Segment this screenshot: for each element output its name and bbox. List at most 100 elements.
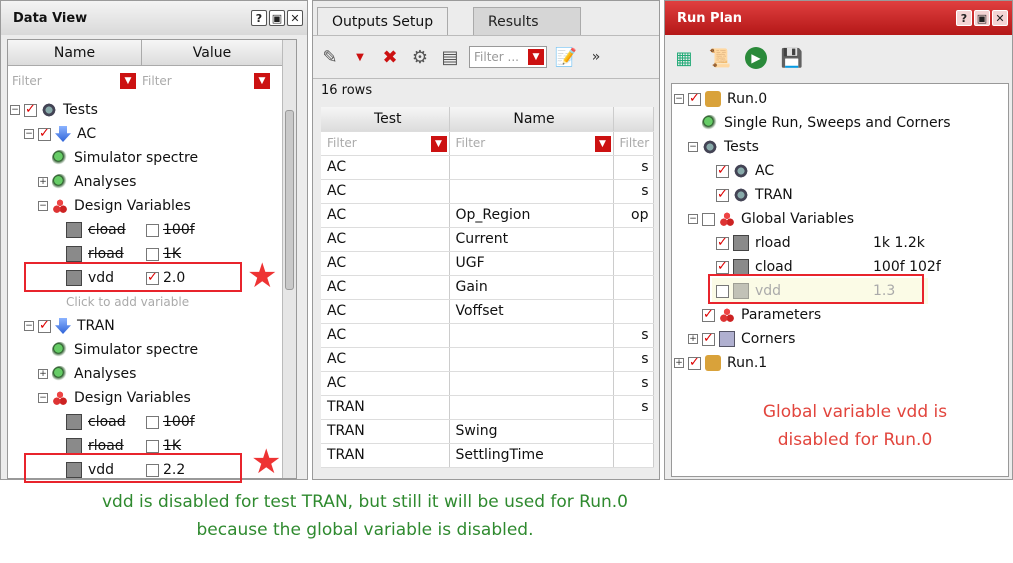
tree-item-run0[interactable]: −Run.0 [674, 88, 767, 110]
save-icon[interactable]: 💾 [781, 47, 803, 69]
tree-item-tests[interactable]: −Tests [688, 136, 759, 158]
column-header-type[interactable] [613, 107, 654, 132]
add-run-icon[interactable]: ▦ [673, 47, 695, 69]
close-icon[interactable]: ✕ [287, 10, 303, 26]
help-icon[interactable]: ? [956, 10, 972, 26]
name-filter-input[interactable]: Filter [8, 74, 120, 88]
filter-dropdown-icon[interactable]: ▼ [594, 135, 611, 152]
table-row[interactable]: AC s [321, 371, 654, 396]
checkbox[interactable] [716, 187, 729, 202]
tree-item-analyses[interactable]: + Analyses [38, 171, 136, 193]
table-icon[interactable]: ▤ [439, 46, 461, 68]
tree-item-run1[interactable]: +Run.1 [674, 352, 767, 374]
expand-icon[interactable]: + [38, 177, 48, 187]
table-row[interactable]: AC UGF [321, 251, 654, 276]
filter-dropdown-icon[interactable]: ▼ [430, 135, 447, 152]
collapse-icon[interactable]: − [688, 214, 698, 224]
checkbox[interactable] [146, 439, 159, 453]
scrollbar[interactable] [282, 40, 296, 478]
table-row[interactable]: AC Gain [321, 275, 654, 300]
tab-results[interactable]: Results [473, 7, 581, 35]
tree-item-design-variables[interactable]: − Design Variables [38, 387, 191, 409]
collapse-icon[interactable]: − [10, 105, 20, 115]
filter-input[interactable]: Filter ... ▼ [469, 46, 547, 68]
variable-row[interactable]: cload 100f [66, 411, 195, 433]
checkbox[interactable] [702, 212, 715, 226]
checkbox[interactable] [716, 259, 729, 274]
collapse-icon[interactable]: − [674, 94, 684, 104]
settings-icon[interactable]: ⚙ [409, 46, 431, 68]
tree-item-tests[interactable]: −Tests [10, 99, 98, 121]
checkbox[interactable] [146, 223, 159, 237]
global-variable-rload[interactable]: rload1k 1.2k [716, 232, 925, 254]
click-to-add-variable[interactable]: Click to add variable [66, 291, 189, 313]
tab-outputs-setup[interactable]: Outputs Setup [317, 7, 449, 35]
tree-item-global-variables[interactable]: − Global Variables [688, 208, 854, 230]
close-icon[interactable]: ✕ [992, 10, 1008, 26]
table-row[interactable]: AC s [321, 323, 654, 348]
tree-item-tran[interactable]: −TRAN [24, 315, 115, 337]
annotation-bottom: vdd is disabled for test TRAN, but still… [101, 492, 628, 540]
tree-item-simulator[interactable]: Simulator spectre [52, 339, 198, 361]
collapse-icon[interactable]: − [688, 142, 698, 152]
expand-icon[interactable]: + [38, 369, 48, 379]
tree-item-analyses[interactable]: + Analyses [38, 363, 136, 385]
more-icon[interactable]: » [585, 46, 607, 68]
table-row[interactable]: TRAN Swing [321, 419, 654, 444]
variable-row[interactable]: cload 100f [66, 219, 195, 241]
run-icon[interactable]: ▶ [745, 47, 767, 69]
tree-item-corners[interactable]: +Corners [688, 328, 795, 350]
filter-dropdown-icon[interactable]: ▼ [528, 49, 544, 65]
table-row[interactable]: AC Current [321, 227, 654, 252]
tree-item-ac[interactable]: AC [716, 160, 774, 182]
help-icon[interactable]: ? [251, 10, 267, 26]
tree-item-design-variables[interactable]: − Design Variables [38, 195, 191, 217]
tree-item-simulator[interactable]: Simulator spectre [52, 147, 198, 169]
scroll-icon[interactable]: 📜 [709, 47, 731, 69]
checkbox[interactable] [146, 415, 159, 429]
delete-icon[interactable]: ✖ [379, 46, 401, 68]
tree-item-parameters[interactable]: Parameters [702, 304, 821, 326]
column-header-name[interactable]: Name [449, 107, 614, 132]
dropdown-arrow-icon[interactable]: ▼ [349, 46, 371, 68]
table-row[interactable]: AC s [321, 155, 654, 180]
column-header-test[interactable]: Test [321, 107, 450, 132]
float-icon[interactable]: ▣ [974, 10, 990, 26]
table-row[interactable]: AC Op_Region op [321, 203, 654, 228]
tree-item-single-run[interactable]: Single Run, Sweeps and Corners [702, 112, 951, 134]
table-row[interactable]: AC s [321, 347, 654, 372]
table-row[interactable]: AC Voffset [321, 299, 654, 324]
checkbox[interactable] [716, 163, 729, 178]
checkbox[interactable] [146, 247, 159, 261]
filter-dropdown-icon[interactable]: ▼ [254, 73, 270, 89]
checkbox[interactable] [24, 102, 37, 117]
name-filter[interactable]: Filter ▼ [449, 131, 614, 156]
column-header-name[interactable]: Name [8, 40, 142, 65]
checkbox[interactable] [702, 331, 715, 346]
table-row[interactable]: TRAN s [321, 395, 654, 420]
tree-item-ac[interactable]: −AC [24, 123, 96, 145]
checkbox[interactable] [702, 307, 715, 322]
checkbox[interactable] [688, 355, 701, 370]
collapse-icon[interactable]: − [24, 321, 34, 331]
float-icon[interactable]: ▣ [269, 10, 285, 26]
value-filter-input[interactable]: Filter [136, 74, 254, 88]
tree-item-tran[interactable]: TRAN [716, 184, 793, 206]
table-row[interactable]: AC s [321, 179, 654, 204]
add-output-icon[interactable]: ✎ [319, 46, 341, 68]
table-row[interactable]: TRAN SettlingTime [321, 443, 654, 468]
checkbox[interactable] [688, 91, 701, 106]
test-filter[interactable]: Filter ▼ [321, 131, 450, 156]
checkbox[interactable] [716, 235, 729, 250]
checkbox[interactable] [38, 126, 51, 141]
edit-icon[interactable]: 📝 [555, 46, 577, 68]
checkbox[interactable] [38, 318, 51, 333]
collapse-icon[interactable]: − [38, 201, 48, 211]
collapse-icon[interactable]: − [38, 393, 48, 403]
column-header-value[interactable]: Value [142, 40, 282, 65]
collapse-icon[interactable]: − [24, 129, 34, 139]
filter-dropdown-icon[interactable]: ▼ [120, 73, 136, 89]
type-filter[interactable]: Filter [613, 131, 654, 156]
expand-icon[interactable]: + [674, 358, 684, 368]
expand-icon[interactable]: + [688, 334, 698, 344]
